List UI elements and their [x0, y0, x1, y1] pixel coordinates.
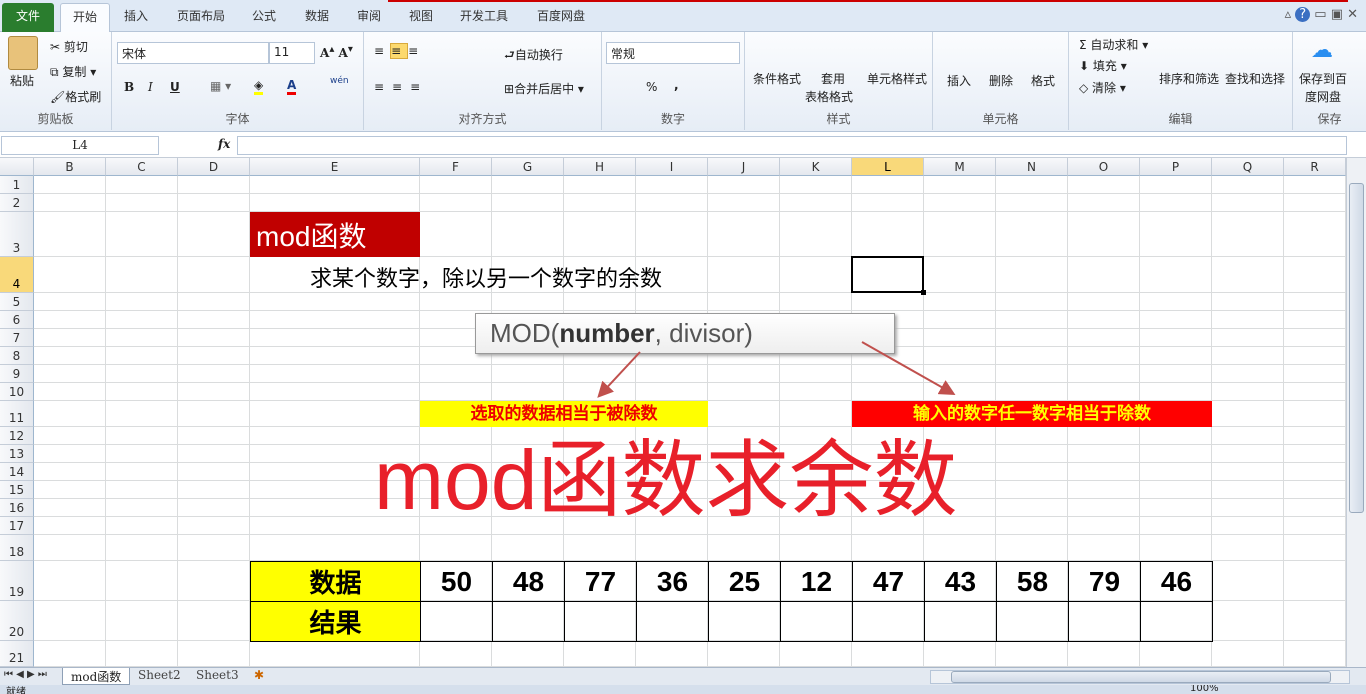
data-value-cell[interactable]: 79 [1068, 561, 1141, 602]
data-value-cell[interactable]: 50 [420, 561, 493, 602]
result-cell[interactable] [924, 601, 997, 642]
data-value-cell[interactable]: 12 [780, 561, 853, 602]
horizontal-scroll-thumb[interactable] [951, 671, 1331, 683]
table-label-data[interactable]: 数据 [250, 561, 421, 602]
result-cell[interactable] [564, 601, 637, 642]
data-value-cell[interactable]: 77 [564, 561, 637, 602]
vertical-scrollbar[interactable] [1346, 158, 1366, 667]
data-value-cell[interactable]: 58 [996, 561, 1069, 602]
note-divisor: 输入的数字任一数字相当于除数 [852, 401, 1212, 427]
data-value-cell[interactable]: 25 [708, 561, 781, 602]
result-cell[interactable] [492, 601, 565, 642]
horizontal-scrollbar[interactable] [930, 670, 1350, 684]
sheet-nav-buttons[interactable]: ⏮ ◀ ▶ ⏭ [4, 669, 47, 680]
result-cell[interactable] [780, 601, 853, 642]
status-bar: 就绪 100% [0, 685, 1366, 694]
result-cell[interactable] [708, 601, 781, 642]
vertical-scroll-thumb[interactable] [1349, 183, 1364, 513]
result-cell[interactable] [1140, 601, 1213, 642]
result-cell[interactable] [852, 601, 925, 642]
data-value-cell[interactable]: 43 [924, 561, 997, 602]
data-value-cell[interactable]: 48 [492, 561, 565, 602]
sheet-tab-sheet3[interactable]: Sheet3 [190, 668, 245, 685]
sheet-tab-bar: ⏮ ◀ ▶ ⏭ mod函数 Sheet2 Sheet3 ✱ [0, 667, 1366, 685]
note-dividend: 选取的数据相当于被除数 [420, 401, 708, 427]
result-cell[interactable] [996, 601, 1069, 642]
big-heading: mod函数求余数 [374, 433, 958, 527]
status-ready: 就绪 [6, 687, 26, 694]
result-cell[interactable] [636, 601, 709, 642]
data-value-cell[interactable]: 36 [636, 561, 709, 602]
new-sheet-icon[interactable]: ✱ [254, 668, 264, 682]
data-value-cell[interactable]: 46 [1140, 561, 1213, 602]
arrow-left [597, 351, 641, 398]
arrow-right [861, 341, 956, 395]
data-value-cell[interactable]: 47 [852, 561, 925, 602]
sheet-tab-mod[interactable]: mod函数 [62, 668, 131, 685]
result-cell[interactable] [420, 601, 493, 642]
zoom-level[interactable]: 100% [1190, 685, 1219, 694]
sheet-tab-sheet2[interactable]: Sheet2 [132, 668, 187, 685]
result-cell[interactable] [1068, 601, 1141, 642]
table-label-result[interactable]: 结果 [250, 601, 421, 642]
